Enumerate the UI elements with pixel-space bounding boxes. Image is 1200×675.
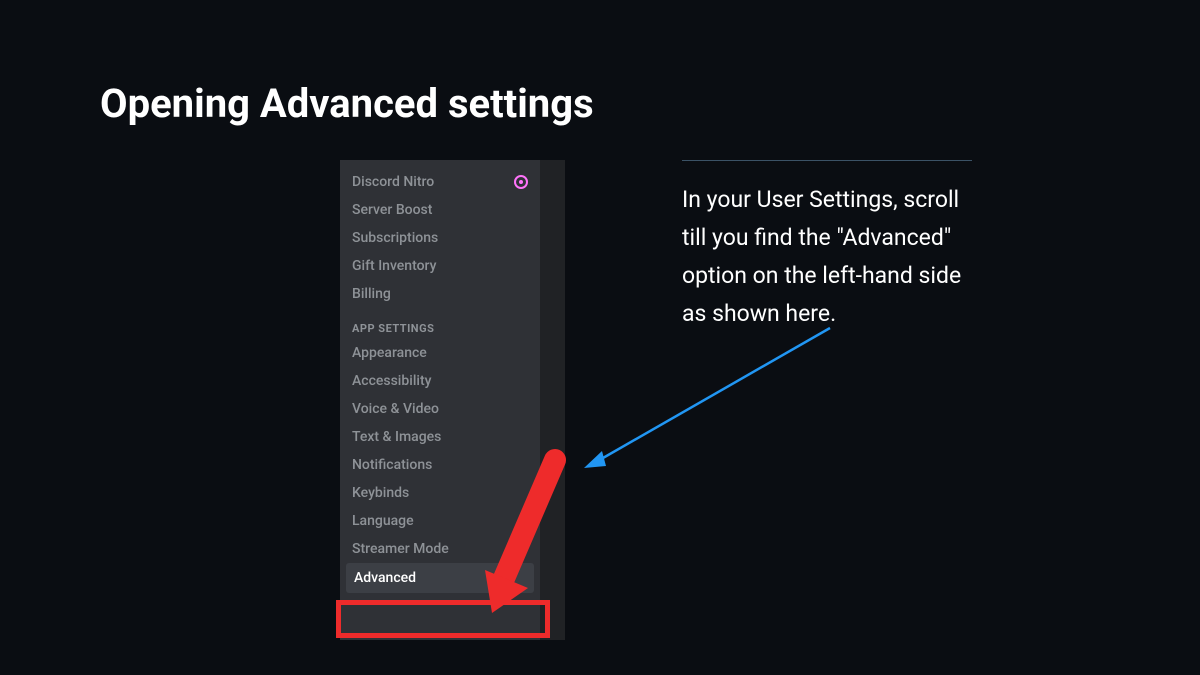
sidebar-item-discord-nitro[interactable]: Discord Nitro [340, 168, 540, 196]
sidebar-item-subscriptions[interactable]: Subscriptions [340, 224, 540, 252]
sidebar-item-label: Text & Images [352, 429, 441, 445]
sidebar-item-label: Subscriptions [352, 230, 438, 246]
sidebar-item-language[interactable]: Language [340, 507, 540, 535]
sidebar-item-label: Billing [352, 286, 391, 302]
sidebar-item-accessibility[interactable]: Accessibility [340, 367, 540, 395]
scrollbar-track[interactable] [540, 160, 565, 640]
sidebar-item-label: Discord Nitro [352, 174, 434, 190]
sidebar-item-label: Server Boost [352, 202, 432, 218]
sidebar-item-notifications[interactable]: Notifications [340, 451, 540, 479]
discord-settings-panel: Discord Nitro Server Boost Subscriptions… [340, 160, 565, 640]
slide-title: Opening Advanced settings [100, 80, 594, 127]
annotation-blue-arrow [580, 320, 840, 475]
divider [682, 160, 972, 161]
sidebar-item-keybinds[interactable]: Keybinds [340, 479, 540, 507]
sidebar-item-voice-video[interactable]: Voice & Video [340, 395, 540, 423]
sidebar-item-gift-inventory[interactable]: Gift Inventory [340, 252, 540, 280]
sidebar-item-advanced[interactable]: Advanced [346, 563, 534, 593]
instruction-text: In your User Settings, scroll till you f… [682, 181, 972, 333]
sidebar-item-label: Voice & Video [352, 401, 439, 417]
sidebar-item-label: Gift Inventory [352, 258, 436, 274]
sidebar-item-appearance[interactable]: Appearance [340, 339, 540, 367]
sidebar-item-label: Accessibility [352, 373, 431, 389]
sidebar-item-label: Notifications [352, 457, 432, 473]
settings-sidebar: Discord Nitro Server Boost Subscriptions… [340, 160, 540, 640]
sidebar-item-label: Keybinds [352, 485, 409, 501]
sidebar-item-streamer-mode[interactable]: Streamer Mode [340, 535, 540, 563]
sidebar-item-label: Streamer Mode [352, 541, 449, 557]
sidebar-item-server-boost[interactable]: Server Boost [340, 196, 540, 224]
section-header-app-settings: APP SETTINGS [340, 308, 540, 339]
nitro-icon [514, 175, 528, 189]
sidebar-item-label: Appearance [352, 345, 427, 361]
sidebar-item-billing[interactable]: Billing [340, 280, 540, 308]
sidebar-item-text-images[interactable]: Text & Images [340, 423, 540, 451]
sidebar-item-label: Language [352, 513, 414, 529]
sidebar-item-label: Advanced [354, 570, 416, 586]
instruction-panel: In your User Settings, scroll till you f… [682, 160, 972, 333]
